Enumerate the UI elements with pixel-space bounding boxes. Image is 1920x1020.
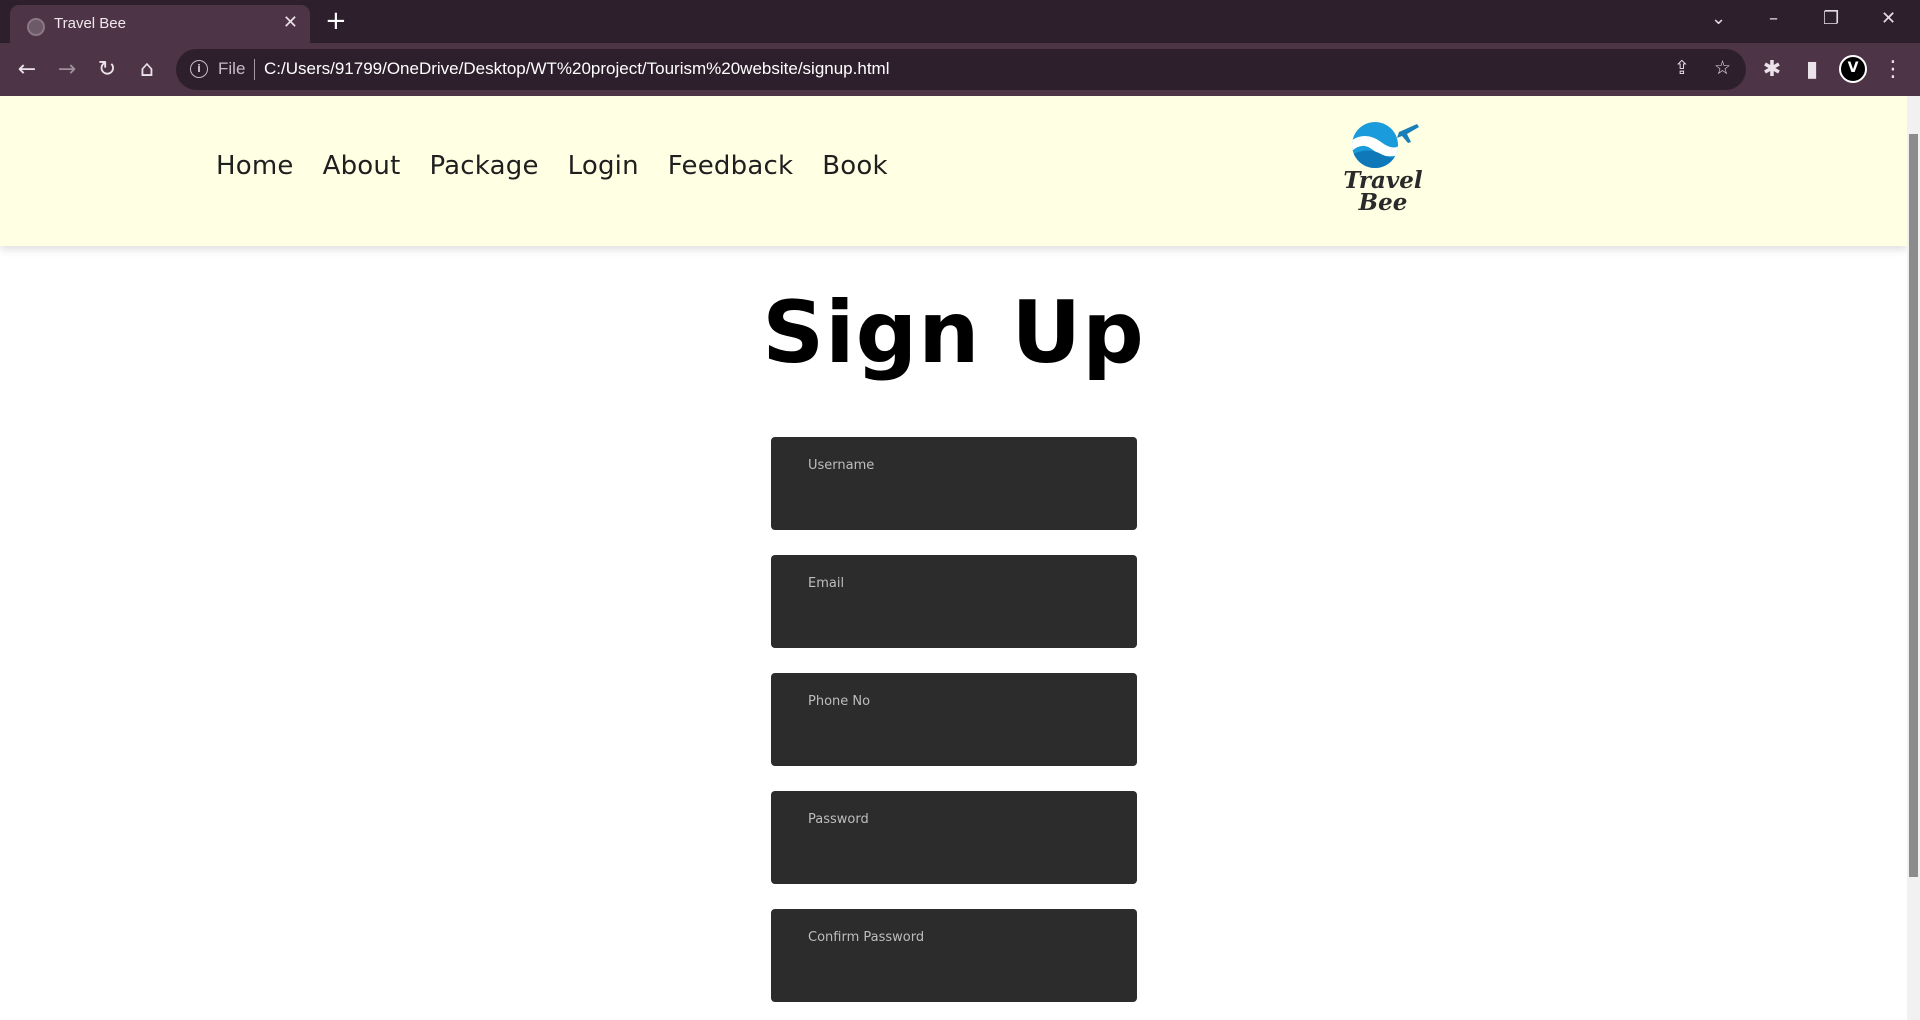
- forward-icon[interactable]: →: [52, 55, 82, 85]
- logo-wordmark: Travel Bee: [1343, 167, 1423, 216]
- page-scrollbar[interactable]: [1907, 96, 1920, 1020]
- globe-icon: [27, 18, 45, 36]
- main-nav: Home About Package Login Feedback Book: [216, 151, 888, 181]
- confirm-password-field[interactable]: [771, 909, 1137, 1002]
- username-input[interactable]: [771, 437, 1137, 530]
- nav-feedback[interactable]: Feedback: [668, 151, 793, 181]
- nav-book[interactable]: Book: [822, 151, 888, 181]
- url-text[interactable]: C:/Users/91799/OneDrive/Desktop/WT%20pro…: [264, 59, 889, 79]
- tab-title: Travel Bee: [54, 15, 126, 32]
- browser-menu-icon[interactable]: ⋮: [1878, 55, 1908, 85]
- bookmark-star-icon[interactable]: ☆: [1714, 57, 1731, 79]
- page-viewport: Home About Package Login Feedback Book T…: [0, 96, 1920, 1020]
- nav-about[interactable]: About: [323, 151, 401, 181]
- phone-field[interactable]: [771, 673, 1137, 766]
- share-icon[interactable]: ⇪: [1674, 57, 1690, 79]
- new-tab-button[interactable]: +: [325, 6, 347, 36]
- omnibox-scheme-label: File: [218, 59, 246, 78]
- profile-avatar-icon[interactable]: V: [1839, 55, 1867, 83]
- extensions-puzzle-icon[interactable]: ✱: [1757, 55, 1787, 85]
- confirm-password-input[interactable]: [771, 909, 1137, 1002]
- info-icon[interactable]: i: [190, 60, 208, 78]
- close-tab-icon[interactable]: ✕: [283, 11, 298, 35]
- nav-home[interactable]: Home: [216, 151, 294, 181]
- home-icon[interactable]: ⌂: [132, 55, 162, 85]
- back-icon[interactable]: ←: [12, 55, 42, 85]
- browser-toolbar: ← → ↻ ⌂ i File C:/Users/91799/OneDrive/D…: [0, 43, 1920, 96]
- tab-search-icon[interactable]: ⌄: [1711, 4, 1726, 34]
- reload-icon[interactable]: ↻: [92, 55, 122, 85]
- nav-login[interactable]: Login: [568, 151, 639, 181]
- username-field[interactable]: [771, 437, 1137, 530]
- minimize-button[interactable]: –: [1769, 4, 1778, 34]
- omnibox-divider: [254, 59, 255, 80]
- scrollbar-thumb[interactable]: [1909, 134, 1918, 877]
- airplane-icon: [1397, 124, 1419, 143]
- email-field[interactable]: [771, 555, 1137, 648]
- restore-button[interactable]: ❐: [1823, 4, 1839, 34]
- page-title: Sign Up: [762, 283, 1145, 383]
- phone-input[interactable]: [771, 673, 1137, 766]
- side-panel-icon[interactable]: ▮: [1797, 55, 1827, 85]
- site-header: Home About Package Login Feedback Book T…: [0, 96, 1907, 246]
- browser-tab-bar: Travel Bee ✕ + ⌄ – ❐ ✕: [0, 0, 1920, 43]
- close-window-button[interactable]: ✕: [1881, 4, 1896, 34]
- email-input[interactable]: [771, 555, 1137, 648]
- nav-package[interactable]: Package: [429, 151, 538, 181]
- password-field[interactable]: [771, 791, 1137, 884]
- address-bar[interactable]: i File C:/Users/91799/OneDrive/Desktop/W…: [176, 49, 1746, 90]
- browser-tab[interactable]: Travel Bee ✕: [10, 5, 310, 43]
- password-input[interactable]: [771, 791, 1137, 884]
